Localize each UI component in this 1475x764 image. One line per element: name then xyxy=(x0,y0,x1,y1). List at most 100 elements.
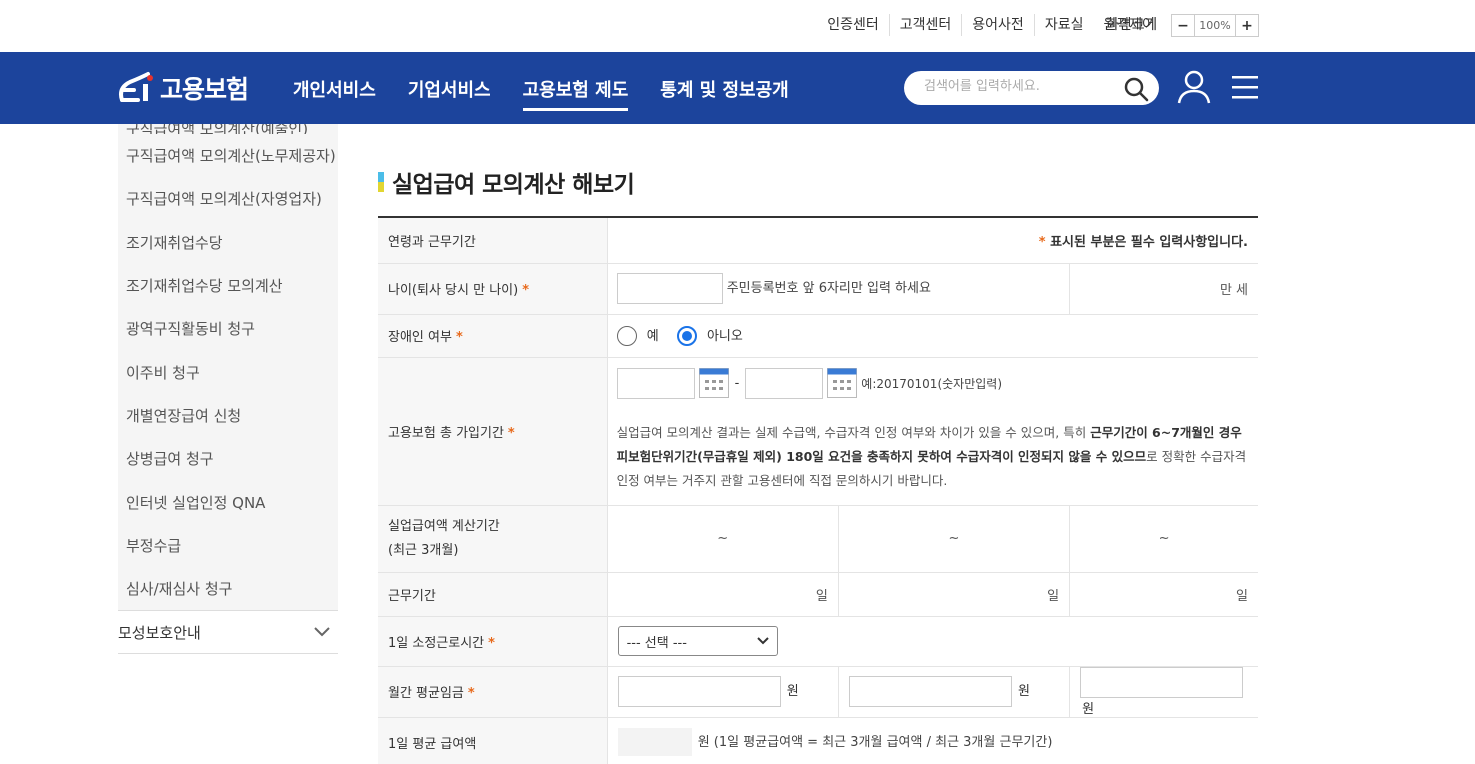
period-start-input[interactable] xyxy=(616,367,695,399)
main-menu: 개인서비스 기업서비스 고용보험 제도 통계 및 정보공개 xyxy=(293,76,821,111)
required-star: * xyxy=(467,686,475,701)
age-input-cell: 주민등록번호 앞 6자리만 입력 하세요 xyxy=(607,263,1071,315)
chevron-down-icon xyxy=(314,627,330,637)
menu-statistics[interactable]: 통계 및 정보공개 xyxy=(660,76,788,111)
disabled-label-cell: 장애인 여부 * xyxy=(378,314,608,358)
daily-cell: 원 (1일 평균급여액 = 최근 3개월 급여액 / 최근 3개월 근무기간) xyxy=(607,717,1258,764)
disabled-no-radio[interactable] xyxy=(676,326,697,347)
period-separator: - xyxy=(734,375,740,391)
form-header-row: 연령과 근무기간 * 표시된 부분은 필수 입력사항입니다. xyxy=(378,217,1258,264)
hamburger-menu-icon[interactable] xyxy=(1232,75,1258,99)
sidebar-item[interactable]: 조기재취업수당 xyxy=(118,221,338,264)
required-star: * xyxy=(488,635,495,651)
work-days-1: 일 xyxy=(607,572,839,617)
utility-bar: 인증센터 고객센터 용어사전 자료실 원격제어 화면크기 − 100% + xyxy=(0,0,1475,52)
page-title: 실업급여 모의계산 해보기 xyxy=(378,165,635,199)
sidebar-item[interactable]: 구직급여액 모의계산(노무제공자) xyxy=(118,134,338,177)
daily-output xyxy=(617,728,692,756)
chevron-down-icon xyxy=(756,637,769,645)
utility-link-glossary[interactable]: 용어사전 xyxy=(961,14,1034,36)
wage-input-2[interactable] xyxy=(848,676,1012,707)
zoom-control: − 100% + xyxy=(1171,14,1259,37)
calc-period-1: ~ xyxy=(607,505,839,573)
menu-business[interactable]: 기업서비스 xyxy=(408,76,491,111)
sidebar-item-maternity[interactable]: 모성보호안내 xyxy=(118,610,338,655)
sidebar-item[interactable]: 구직급여액 모의계산(예술인) xyxy=(118,124,338,134)
calc-period-label: 실업급여액 계산기간 xyxy=(388,518,500,534)
calendar-icon[interactable] xyxy=(827,368,858,398)
calc-period-3: ~ xyxy=(1069,505,1258,573)
hours-select[interactable]: --- 선택 --- xyxy=(617,626,778,656)
user-icon[interactable] xyxy=(1177,69,1211,105)
disabled-options: 예 아니오 xyxy=(607,314,1258,358)
menu-system[interactable]: 고용보험 제도 xyxy=(522,76,629,111)
work-days-2: 일 xyxy=(838,572,1071,617)
zoom-value: 100% xyxy=(1194,15,1236,36)
calc-period-sublabel: (최근 3개월) xyxy=(388,542,459,558)
wage-unit: 원 xyxy=(786,684,799,699)
wage-label: 월간 평균임금 xyxy=(388,686,464,701)
sidebar-item[interactable]: 부정수급 xyxy=(118,524,338,567)
required-star: * xyxy=(1038,234,1046,250)
sidebar-item[interactable]: 상병급여 청구 xyxy=(118,437,338,480)
period-inputs: - 예:20170101(숫자만입력) xyxy=(616,367,1248,399)
calendar-icon[interactable] xyxy=(698,368,729,398)
sidebar-item[interactable]: 개별연장급여 신청 xyxy=(118,394,338,437)
work-days-label: 근무기간 xyxy=(378,572,608,617)
work-days-3: 일 xyxy=(1069,572,1258,617)
logo-text: 고용보험 xyxy=(160,75,249,104)
required-star: * xyxy=(522,283,529,298)
age-label: 나이(퇴사 당시 만 나이) xyxy=(388,283,519,298)
hours-select-value: --- 선택 --- xyxy=(626,635,687,651)
wage-cell-2: 원 xyxy=(838,666,1071,718)
age-label-cell: 나이(퇴사 당시 만 나이) * xyxy=(378,263,608,315)
required-star: * xyxy=(507,425,515,441)
search-input[interactable] xyxy=(924,79,1114,94)
required-note-text: 표시된 부분은 필수 입력사항입니다. xyxy=(1050,234,1248,250)
search-icon[interactable] xyxy=(1123,76,1149,102)
sidebar-submenu: 구직급여액 모의계산(예술인) 구직급여액 모의계산(노무제공자) 구직급여액 … xyxy=(118,124,338,611)
daily-row: 1일 평균 급여액 원 (1일 평균급여액 = 최근 3개월 급여액 / 최근 … xyxy=(378,717,1258,764)
global-nav: 고용보험 개인서비스 기업서비스 고용보험 제도 통계 및 정보공개 xyxy=(0,52,1475,124)
calculator-form: 연령과 근무기간 * 표시된 부분은 필수 입력사항입니다. 나이(퇴사 당시 … xyxy=(378,216,1258,764)
hours-row: 1일 소정근로시간 * --- 선택 --- xyxy=(378,616,1258,667)
period-example: 예:20170101(숫자만입력) xyxy=(861,376,1003,391)
calc-period-2: ~ xyxy=(838,505,1071,573)
age-input[interactable] xyxy=(616,273,723,304)
wage-row: 월간 평균임금 * 원 원 원 xyxy=(378,666,1258,718)
site-logo[interactable]: 고용보험 xyxy=(116,70,249,106)
title-marker xyxy=(378,172,384,192)
disabled-yes-radio[interactable] xyxy=(616,326,637,347)
sidebar: 구직급여액 모의계산(예술인) 구직급여액 모의계산(노무제공자) 구직급여액 … xyxy=(118,124,338,655)
sidebar-item[interactable]: 광역구직활동비 청구 xyxy=(118,307,338,350)
period-end-input[interactable] xyxy=(745,367,824,399)
utility-link-customer[interactable]: 고객센터 xyxy=(888,14,962,36)
sidebar-item[interactable]: 인터넷 실업인정 QNA xyxy=(118,480,338,523)
utility-link-cert[interactable]: 인증센터 xyxy=(817,14,889,36)
required-note: * 표시된 부분은 필수 입력사항입니다. xyxy=(607,217,1258,264)
required-star: * xyxy=(455,330,463,345)
zoom-out-button[interactable]: − xyxy=(1172,15,1194,36)
wage-input-3[interactable] xyxy=(1080,666,1244,698)
wage-input-1[interactable] xyxy=(617,676,781,707)
hours-label: 1일 소정근로시간 xyxy=(388,635,485,651)
sidebar-item[interactable]: 이주비 청구 xyxy=(118,350,338,393)
age-unit: 만 세 xyxy=(1069,263,1258,315)
disabled-no-label: 아니오 xyxy=(706,328,743,344)
period-input-cell: - 예:20170101(숫자만입력) 실업급여 모의계산 결과는 실제 수급액… xyxy=(607,357,1258,506)
zoom-in-button[interactable]: + xyxy=(1236,15,1258,36)
sidebar-item[interactable]: 심사/재심사 청구 xyxy=(118,567,338,610)
period-label: 고용보험 총 가입기간 xyxy=(388,425,504,441)
wage-label-cell: 월간 평균임금 * xyxy=(378,666,608,718)
wage-unit: 원 xyxy=(1017,684,1030,699)
search-box xyxy=(904,71,1159,105)
page-title-text: 실업급여 모의계산 해보기 xyxy=(392,172,635,198)
hours-label-cell: 1일 소정근로시간 * xyxy=(378,616,608,667)
sidebar-item[interactable]: 조기재취업수당 모의계산 xyxy=(118,264,338,307)
daily-label: 1일 평균 급여액 xyxy=(378,717,608,764)
menu-personal[interactable]: 개인서비스 xyxy=(293,76,376,111)
daily-formula: 원 (1일 평균급여액 = 최근 3개월 급여액 / 최근 3개월 근무기간) xyxy=(697,734,1053,750)
period-notice: 실업급여 모의계산 결과는 실제 수급액, 수급자격 인정 여부와 차이가 있을… xyxy=(617,421,1248,493)
utility-link-library[interactable]: 자료실 xyxy=(1033,14,1094,36)
sidebar-item[interactable]: 구직급여액 모의계산(자영업자) xyxy=(118,177,338,220)
